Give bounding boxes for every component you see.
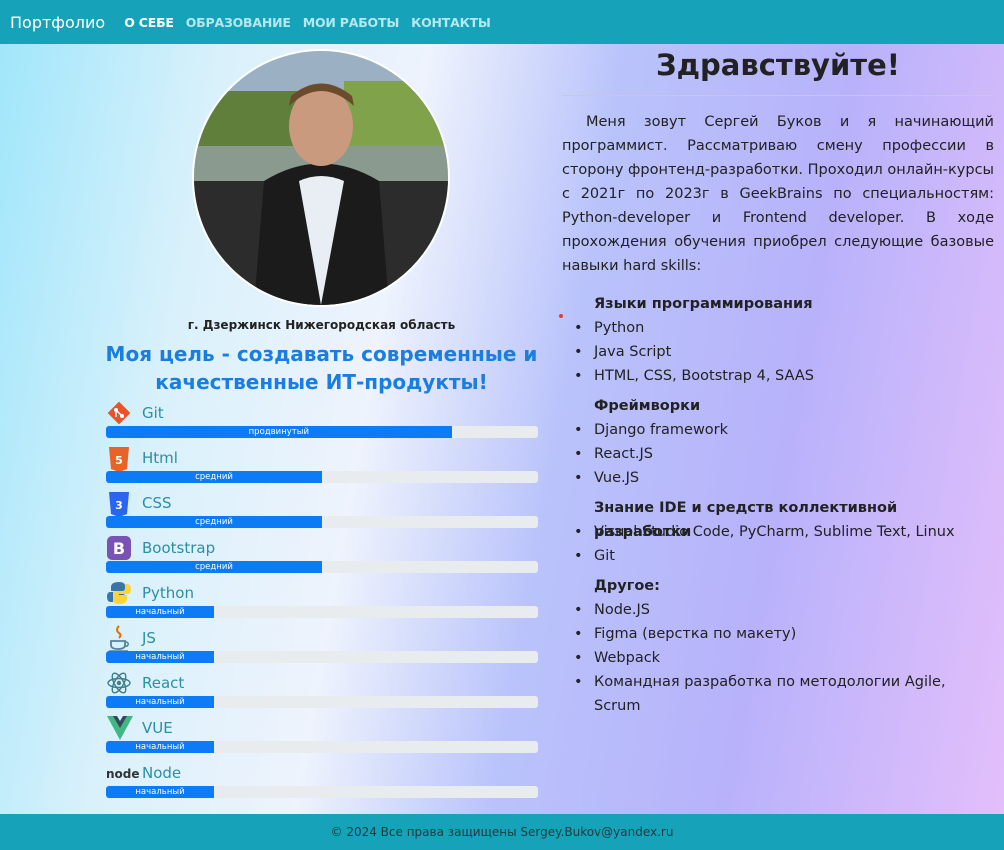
skill-name[interactable]: Html xyxy=(142,449,178,467)
skill-level-label: средний xyxy=(106,471,322,483)
list-item: Python xyxy=(562,316,994,340)
nav-link-education[interactable]: Образование xyxy=(186,15,291,30)
skill-level-label: начальный xyxy=(106,651,214,663)
navbar: Портфолио О себе Образование Мои работы … xyxy=(0,0,1004,44)
category-title: Языки программирования xyxy=(594,296,813,312)
skill-row: B Bootstrap средний xyxy=(106,535,538,580)
skill-name[interactable]: JS xyxy=(142,629,156,647)
list-item: Java Script xyxy=(562,340,994,364)
list-item: Vue.JS xyxy=(562,466,994,490)
skill-progress-bar: средний xyxy=(106,471,538,483)
category-title: Другое: xyxy=(594,578,660,594)
skill-level-label: средний xyxy=(106,561,322,573)
react-icon xyxy=(106,670,136,698)
skill-row: Git продвинутый xyxy=(106,400,538,445)
skill-progress-bar: начальный xyxy=(106,741,538,753)
skill-name[interactable]: CSS xyxy=(142,494,172,512)
skill-name[interactable]: Git xyxy=(142,404,164,422)
node-icon: node xyxy=(106,760,140,788)
css3-icon: 3 xyxy=(106,490,136,518)
skill-progress-bar: начальный xyxy=(106,696,538,708)
skill-row: 3 CSS средний xyxy=(106,490,538,535)
list-item: Figma (верстка по макету) xyxy=(562,622,994,646)
svg-text:node: node xyxy=(106,767,140,781)
skill-name[interactable]: VUE xyxy=(142,719,173,737)
skill-level-label: средний xyxy=(106,516,322,528)
footer: © 2024 Все права защищены Sergey.Bukov@y… xyxy=(0,814,1004,850)
goal-heading: Моя цель - создавать современные и качес… xyxy=(105,342,538,394)
skill-row: VUE начальный xyxy=(106,715,538,760)
skill-row: node Node начальный xyxy=(106,760,538,805)
skill-name[interactable]: Node xyxy=(142,764,181,782)
skills-categories: Языки программирования PythonJava ScriptH… xyxy=(559,292,994,714)
intro-paragraph: Меня зовут Сергей Буков и я начинающий п… xyxy=(562,114,995,274)
skill-level-label: начальный xyxy=(106,741,214,753)
nav-link-works[interactable]: Мои работы xyxy=(303,15,400,30)
list-item: Node.JS xyxy=(562,598,994,622)
footer-text: © 2024 Все права защищены Sergey.Bukov@y… xyxy=(330,825,674,839)
list-item: React.JS xyxy=(562,442,994,466)
list-item: Visual Studio Code, PyCharm, Sublime Tex… xyxy=(562,520,994,544)
nav-link-contacts[interactable]: Контакты xyxy=(411,15,491,30)
bootstrap-icon: B xyxy=(106,535,136,563)
skill-level-label: начальный xyxy=(106,696,214,708)
svg-text:B: B xyxy=(113,539,125,558)
category-title: Знание IDE и средств коллективной разраб… xyxy=(594,500,898,540)
list-item: Django framework xyxy=(562,418,994,442)
svg-text:5: 5 xyxy=(115,454,123,467)
list-item: Git xyxy=(562,544,994,568)
list-item: HTML, CSS, Bootstrap 4, SAAS xyxy=(562,364,994,388)
skill-row: Python начальный xyxy=(106,580,538,625)
skill-progress-bar: средний xyxy=(106,516,538,528)
skill-level-label: начальный xyxy=(106,786,214,798)
skill-progress-bar: начальный xyxy=(106,786,538,798)
skill-progress-bar: средний xyxy=(106,561,538,573)
vue-icon xyxy=(106,715,136,743)
profile-photo xyxy=(192,49,450,307)
greeting-heading: Здравствуйте! xyxy=(656,48,900,82)
brand-link[interactable]: Портфолио xyxy=(10,13,105,32)
python-icon xyxy=(106,580,136,608)
skill-row: JS начальный xyxy=(106,625,538,670)
java-cup-icon xyxy=(106,625,136,653)
list-item: Webpack xyxy=(562,646,994,670)
skill-progress-bar: начальный xyxy=(106,606,538,618)
skill-progress-bar: начальный xyxy=(106,651,538,663)
skill-progress-bar: продвинутый xyxy=(106,426,538,438)
city-label: г. Дзержинск Нижегородская область xyxy=(187,318,456,332)
divider xyxy=(562,95,994,96)
skill-row: React начальный xyxy=(106,670,538,715)
svg-text:3: 3 xyxy=(115,499,123,512)
list-item: Командная разработка по методологии Agil… xyxy=(562,670,994,714)
git-icon xyxy=(106,400,136,428)
skill-name[interactable]: Python xyxy=(142,584,194,602)
category-title: Фреймворки xyxy=(594,398,701,414)
skill-name[interactable]: Bootstrap xyxy=(142,539,215,557)
skill-level-label: начальный xyxy=(106,606,214,618)
skill-level-label: продвинутый xyxy=(106,426,452,438)
profile-column: г. Дзержинск Нижегородская область Моя ц… xyxy=(0,44,544,814)
skill-name[interactable]: React xyxy=(142,674,184,692)
html5-icon: 5 xyxy=(106,445,136,473)
skill-row: 5 Html средний xyxy=(106,445,538,490)
nav-link-about[interactable]: О себе xyxy=(124,15,174,30)
